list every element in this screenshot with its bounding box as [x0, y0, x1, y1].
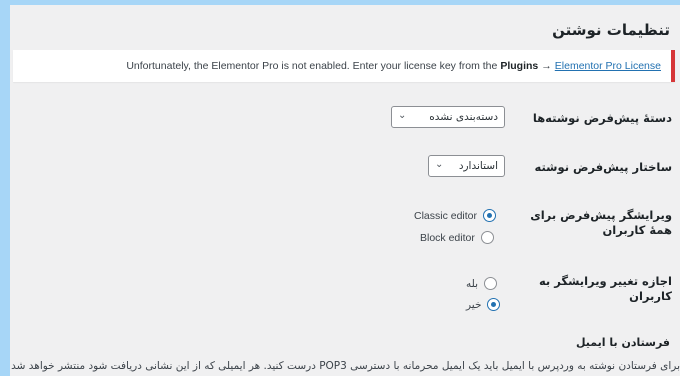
allow-switch-label: اجازه تغییر ویرایشگر به کاربران	[538, 274, 672, 303]
block-editor-option[interactable]: Block editor	[420, 231, 494, 244]
allow-switch-no-label: خیر	[466, 298, 482, 311]
chevron-down-icon: ⌄	[398, 110, 407, 121]
elementor-license-link[interactable]: Elementor Pro License	[555, 60, 661, 72]
allow-switch-yes-option[interactable]: بله	[466, 277, 498, 290]
default-category-label: دستهٔ پیش‌فرض نوشته‌ها	[532, 111, 672, 125]
block-editor-radio[interactable]	[480, 231, 494, 244]
post-via-email-description: برای فرستادن نوشته به وردپرس با ایمیل با…	[10, 360, 680, 372]
default-editor-label: ویرایشگر پیش‌فرض برای همهٔ کاربران	[530, 208, 672, 237]
default-format-label: ساختار پیش‌فرض نوشته	[534, 160, 672, 174]
default-category-select[interactable]: دسته‌بندی نشده ⌄	[391, 106, 505, 128]
allow-switch-yes-radio[interactable]	[484, 277, 498, 290]
allow-switch-no-radio[interactable]	[487, 298, 501, 311]
notice-text: Unfortunately, the Elementor Pro is not …	[126, 60, 498, 72]
post-via-email-title: فرستادن با ایمیل	[575, 336, 670, 349]
default-format-select[interactable]: استاندارد ⌄	[428, 155, 505, 177]
allow-switch-no-option[interactable]: خیر	[466, 298, 501, 311]
page-title: تنظیمات نوشتن	[552, 21, 670, 39]
classic-editor-radio[interactable]	[483, 209, 497, 222]
allow-switch-yes-label: بله	[466, 277, 479, 290]
block-editor-label: Block editor	[420, 231, 475, 244]
chevron-down-icon: ⌄	[435, 159, 444, 170]
default-format-value: استاندارد	[458, 160, 498, 172]
notice-arrow: →	[541, 60, 552, 72]
default-category-value: دسته‌بندی نشده	[429, 111, 498, 123]
writing-settings-page: تنظیمات نوشتن Unfortunately, the Element…	[10, 5, 680, 376]
elementor-license-notice: Unfortunately, the Elementor Pro is not …	[13, 50, 675, 82]
classic-editor-option[interactable]: Classic editor	[414, 209, 497, 222]
notice-plugins-label: Plugins	[500, 60, 539, 72]
classic-editor-label: Classic editor	[414, 209, 478, 222]
